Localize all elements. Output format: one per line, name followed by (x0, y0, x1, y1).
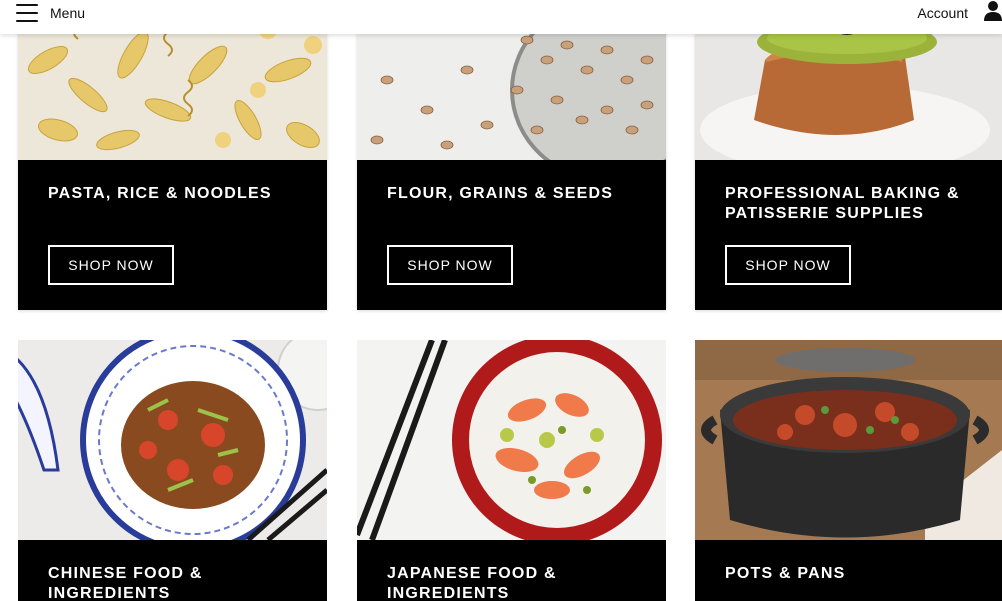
category-card-pots[interactable]: POTS & PANS (695, 340, 1002, 601)
shop-now-button[interactable]: SHOP NOW (725, 245, 851, 285)
category-card-chinese[interactable]: CHINESE FOOD & INGREDIENTS (18, 340, 327, 601)
category-card-baking[interactable]: PROFESSIONAL BAKING & PATISSERIE SUPPLIE… (695, 0, 1002, 310)
category-title[interactable]: POTS & PANS (725, 564, 982, 584)
user-icon[interactable] (984, 1, 1002, 21)
category-title[interactable]: CHINESE FOOD & INGREDIENTS (48, 564, 307, 601)
site-header: Menu Account (0, 0, 1002, 34)
menu-button[interactable]: Menu (16, 2, 85, 24)
page: PASTA, RICE & NOODLES SHOP NOW FLOUR, GR… (0, 0, 1002, 601)
account-link[interactable]: Account (917, 2, 968, 24)
category-panel: JAPANESE FOOD & INGREDIENTS (357, 540, 666, 601)
category-panel: POTS & PANS (695, 540, 1002, 601)
category-title[interactable]: PROFESSIONAL BAKING & PATISSERIE SUPPLIE… (725, 184, 982, 224)
category-title[interactable]: PASTA, RICE & NOODLES (48, 184, 307, 204)
category-title[interactable]: FLOUR, GRAINS & SEEDS (387, 184, 646, 204)
shop-now-button[interactable]: SHOP NOW (387, 245, 513, 285)
category-title[interactable]: JAPANESE FOOD & INGREDIENTS (387, 564, 646, 601)
category-panel: CHINESE FOOD & INGREDIENTS (18, 540, 327, 601)
category-card-japanese[interactable]: JAPANESE FOOD & INGREDIENTS (357, 340, 666, 601)
category-image-japanese[interactable] (357, 340, 666, 540)
category-panel: PROFESSIONAL BAKING & PATISSERIE SUPPLIE… (695, 160, 1002, 310)
category-panel: FLOUR, GRAINS & SEEDS SHOP NOW (357, 160, 666, 310)
category-image-chinese[interactable] (18, 340, 327, 540)
category-card-pasta[interactable]: PASTA, RICE & NOODLES SHOP NOW (18, 0, 327, 310)
hamburger-icon[interactable] (16, 4, 38, 22)
category-image-pots[interactable] (695, 340, 1002, 540)
menu-label[interactable]: Menu (50, 5, 85, 21)
category-panel: PASTA, RICE & NOODLES SHOP NOW (18, 160, 327, 310)
category-card-flour[interactable]: FLOUR, GRAINS & SEEDS SHOP NOW (357, 0, 666, 310)
shop-now-button[interactable]: SHOP NOW (48, 245, 174, 285)
